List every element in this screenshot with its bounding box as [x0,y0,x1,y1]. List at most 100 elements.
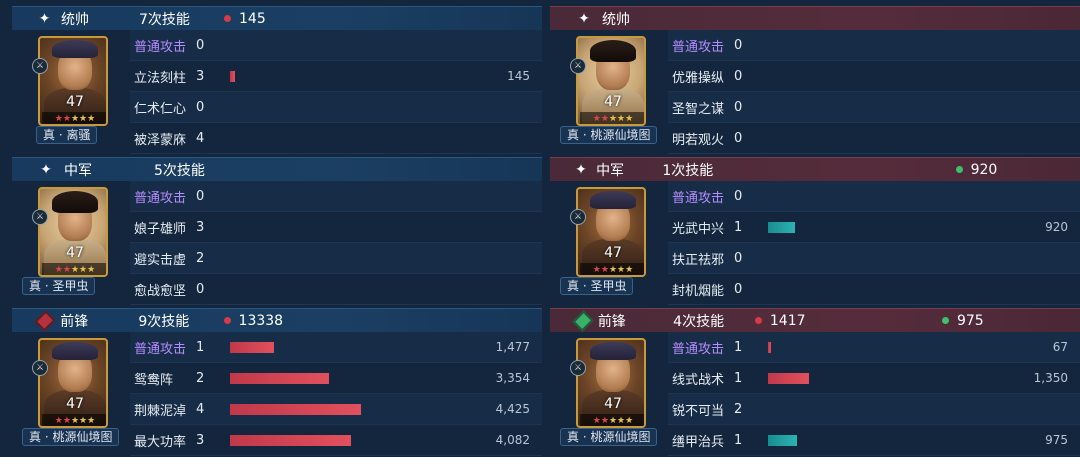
skill-cast-count: 5次技能 [154,162,205,179]
star-red-icon: ★ [54,114,63,124]
hero-title-text: 真 · 离骚 [36,126,98,144]
section-header: ✦ 中军 5次技能 [12,157,542,181]
skill-row[interactable]: 被泽蒙庥 4 [130,123,542,154]
hero-avatar[interactable]: 47 ★★★★★ ⚔ [32,36,108,128]
hero-portrait: 47 ★★★★★ [576,36,646,126]
star-rating: ★★★★★ [42,414,106,426]
skill-name: 优雅操纵 [672,70,725,86]
skill-bar-track [768,435,938,446]
skill-value: 4,425 [495,402,530,416]
skill-row[interactable]: 最大功率 3 4,082 [130,425,542,456]
skill-count: 1 [196,339,205,355]
skill-list: 普通攻击 0 光武中兴 1 920 扶正祛邪 0 封机烟能 0 [668,181,1080,305]
star-rating: ★★★★★ [580,112,644,124]
skill-name: 扶正祛邪 [672,252,725,268]
skill-name: 被泽蒙庥 [134,132,187,148]
skill-count: 1 [734,370,743,386]
hero-title-text: 真 · 圣甲虫 [22,277,96,295]
hero-title-text: 真 · 桃源仙境图 [560,428,658,446]
heal-dot-icon [941,317,949,324]
skill-row[interactable]: 普通攻击 1 67 [668,332,1080,363]
skill-row[interactable]: 立法刻柱 3 145 [130,61,542,92]
skill-damage-bar [768,342,771,353]
hero-title-text: 真 · 桃源仙境图 [560,126,658,144]
skill-count: 3 [196,68,205,84]
skill-row[interactable]: 优雅操纵 0 [668,61,1080,92]
hero-section: ✦ 中军 1次技能 920 47 ★★★★★ ⚔ 真 · 圣甲虫 普通攻击 0 光武中兴 1 920 扶正… [550,157,1080,305]
skill-row[interactable]: 缮甲治兵 1 975 [668,425,1080,456]
skill-name: 光武中兴 [672,221,725,237]
section-header: 前锋 4次技能 1417 975 [550,308,1080,332]
star-gold-icon: ★ [625,265,634,275]
skill-count: 0 [196,99,205,115]
portrait-headwear [590,342,636,360]
hero-portrait: 47 ★★★★★ [576,187,646,277]
skill-row[interactable]: 普通攻击 0 [130,181,542,212]
skill-damage-bar [768,222,795,233]
hero-section: ✦ 中军 5次技能 47 ★★★★★ ⚔ 真 · 圣甲虫 普通攻击 0 娘子雄师 3 避实击虚 2 愈战愈… [12,157,542,305]
star-gold-icon: ★ [79,265,88,275]
skill-row[interactable]: 封机烟能 0 [668,274,1080,305]
skill-bar-track [768,40,938,51]
skill-row[interactable]: 扶正祛邪 0 [668,243,1080,274]
skill-row[interactable]: 明若观火 0 [668,123,1080,154]
skill-value: 145 [507,69,530,83]
skill-row[interactable]: 鸳鸯阵 2 3,354 [130,363,542,394]
hero-level: 47 [66,396,84,412]
skill-row[interactable]: 娘子雄师 3 [130,212,542,243]
hero-portrait: 47 ★★★★★ [38,187,108,277]
skill-name: 避实击虚 [134,252,187,268]
star-gold-icon: ★ [87,265,96,275]
skill-name: 普通攻击 [672,341,725,357]
skill-bar-track [768,102,938,113]
skill-row[interactable]: 锐不可当 2 [668,394,1080,425]
hero-avatar[interactable]: 47 ★★★★★ ⚔ [570,187,646,279]
star-rating: ★★★★★ [42,112,106,124]
skill-row[interactable]: 线式战术 1 1,350 [668,363,1080,394]
section-header: ✦ 统帅 [550,6,1080,30]
star-gold-icon: ★ [617,265,626,275]
hero-section: ✦ 统帅 47 ★★★★★ ⚔ 真 · 桃源仙境图 普通攻击 0 优雅操纵 0 圣智之谋 0 明若观火 0 [550,6,1080,154]
skill-count: 1 [734,219,743,235]
hero-avatar[interactable]: 47 ★★★★★ ⚔ [570,338,646,430]
skill-count: 0 [734,250,743,266]
star-red-icon: ★ [62,265,71,275]
skill-row[interactable]: 普通攻击 1 1,477 [130,332,542,363]
skill-bar-track [768,222,938,233]
skill-bar-track [230,133,400,144]
portrait-headwear [52,40,98,58]
skill-name: 立法刻柱 [134,70,187,86]
star-gold-icon: ★ [70,265,80,275]
star-red-icon: ★ [592,416,601,426]
stat-value: 920 [970,161,998,178]
skill-row[interactable]: 普通攻击 0 [668,181,1080,212]
hero-avatar[interactable]: 47 ★★★★★ ⚔ [32,187,108,279]
section-header: ✦ 统帅 7次技能 145 [12,6,542,30]
skill-row[interactable]: 光武中兴 1 920 [668,212,1080,243]
skill-bar-track [768,71,938,82]
skill-row[interactable]: 普通攻击 0 [130,30,542,61]
skill-row[interactable]: 荆棘泥淖 4 4,425 [130,394,542,425]
hero-avatar[interactable]: 47 ★★★★★ ⚔ [570,36,646,128]
skill-damage-bar [230,373,329,384]
skill-name: 线式战术 [672,372,725,388]
skill-row[interactable]: 圣智之谋 0 [668,92,1080,123]
star-gold-icon: ★ [617,114,626,124]
portrait-headwear [52,342,98,360]
star-gold-icon: ★ [625,114,634,124]
skill-row[interactable]: 普通攻击 0 [668,30,1080,61]
skill-name: 仁术仁心 [134,101,187,117]
star-red-icon: ★ [54,265,63,275]
skill-list: 普通攻击 0 娘子雄师 3 避实击虚 2 愈战愈坚 0 [130,181,542,305]
hero-avatar[interactable]: 47 ★★★★★ ⚔ [32,338,108,430]
stat-value: 1417 [769,312,806,329]
skill-row[interactable]: 避实击虚 2 [130,243,542,274]
skill-value: 920 [1045,220,1068,234]
skill-bar-track [768,133,938,144]
skill-row[interactable]: 愈战愈坚 0 [130,274,542,305]
section-header: ✦ 中军 1次技能 920 [550,157,1080,181]
troop-type-icon: ⚔ [32,360,48,376]
skill-count: 0 [734,68,743,84]
skill-bar-track [768,373,938,384]
skill-row[interactable]: 仁术仁心 0 [130,92,542,123]
